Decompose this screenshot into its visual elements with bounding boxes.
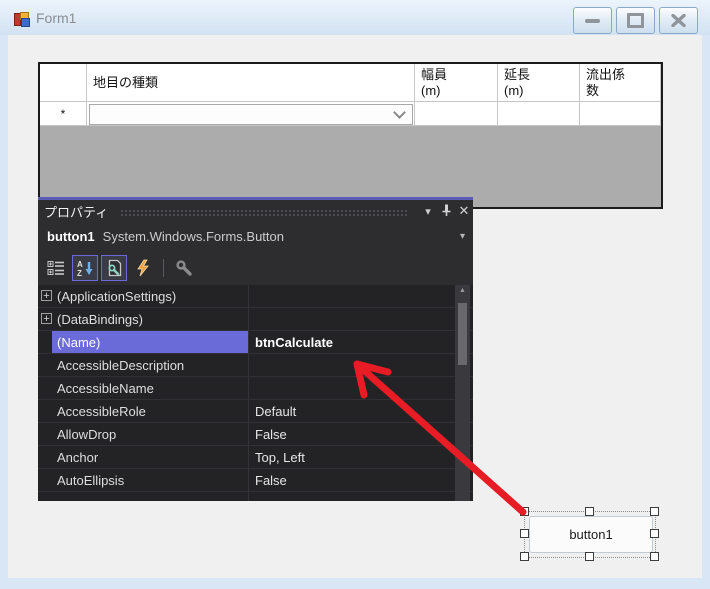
column-header-runoff-coefficient[interactable]: 流出係 数 [580, 64, 661, 102]
grid-cell-width[interactable] [415, 102, 498, 126]
minimize-icon [585, 19, 600, 23]
property-pages-button [171, 255, 197, 281]
property-name: (Name) [38, 331, 248, 353]
property-value[interactable]: Default [248, 400, 473, 422]
properties-grid: + (ApplicationSettings) + (DataBindings)… [38, 285, 473, 501]
property-name: AutoEllipsis [38, 469, 248, 491]
property-row[interactable]: AccessibleRole Default [38, 400, 473, 423]
property-row[interactable]: + (DataBindings) [38, 308, 473, 331]
property-value[interactable] [248, 377, 473, 399]
window-title: Form1 [36, 10, 76, 26]
scroll-up-icon[interactable]: ▲ [455, 287, 470, 294]
expand-icon[interactable]: + [41, 313, 52, 324]
categorized-icon [47, 259, 65, 277]
property-name: AccessibleName [38, 377, 248, 399]
toolbar-separator [163, 259, 164, 277]
properties-view-icon [105, 259, 123, 277]
property-row[interactable]: Anchor Top, Left [38, 446, 473, 469]
property-name: (ApplicationSettings) [38, 285, 248, 307]
resize-handle-middle-right[interactable] [650, 529, 659, 538]
alphabetical-icon: A Z [76, 259, 94, 277]
datagridview: 地目の種類 幅員 (m) 延長 (m) 流出係 数 * [38, 62, 663, 209]
grid-corner-header [40, 64, 87, 102]
properties-scrollbar[interactable]: ▲ [455, 285, 470, 501]
properties-view-button[interactable] [101, 255, 127, 281]
property-value[interactable] [248, 308, 473, 330]
grid-cell-length[interactable] [498, 102, 580, 126]
property-row-name-selected[interactable]: (Name) btnCalculate [38, 331, 473, 354]
maximize-button[interactable] [616, 7, 655, 34]
resize-handle-bottom-right[interactable] [650, 552, 659, 561]
object-dropdown-icon: ▾ [460, 231, 465, 242]
property-row-partial [38, 492, 473, 501]
property-name: AccessibleRole [38, 400, 248, 422]
events-icon [134, 259, 152, 277]
svg-text:A: A [77, 260, 83, 269]
property-value[interactable]: Top, Left [248, 446, 473, 468]
grid-cell-land-type [87, 102, 415, 126]
drag-grip[interactable] [120, 209, 409, 217]
properties-title: プロパティ [44, 202, 108, 221]
button1-control[interactable]: button1 [529, 516, 653, 553]
window-titlebar: Form1 [0, 0, 710, 35]
chevron-down-icon [393, 106, 406, 119]
property-row[interactable]: AccessibleDescription [38, 354, 473, 377]
property-name: (DataBindings) [38, 308, 248, 330]
scrollbar-thumb[interactable] [458, 303, 467, 365]
categorized-button[interactable] [43, 255, 69, 281]
property-pages-icon [175, 259, 193, 277]
properties-toolbar: A Z [38, 250, 473, 285]
alphabetical-button[interactable]: A Z [72, 255, 98, 281]
properties-titlebar: プロパティ ▾ ✕ [38, 200, 473, 222]
pin-icon[interactable] [437, 203, 455, 219]
form-icon [13, 10, 29, 26]
selected-object-type: System.Windows.Forms.Button [103, 229, 284, 244]
properties-panel: プロパティ ▾ ✕ button1 System.Windows.Forms.B… [38, 197, 473, 501]
new-row-header: * [40, 102, 87, 126]
column-header-length[interactable]: 延長 (m) [498, 64, 580, 102]
object-selector[interactable]: button1 System.Windows.Forms.Button ▾ [38, 222, 473, 250]
caption-buttons [573, 7, 698, 34]
minimize-button[interactable] [573, 7, 612, 34]
close-panel-icon[interactable]: ✕ [455, 203, 473, 219]
resize-handle-top-left[interactable] [520, 507, 529, 516]
land-type-combobox[interactable] [89, 104, 413, 125]
window-position-icon[interactable]: ▾ [419, 205, 437, 218]
resize-handle-bottom-middle[interactable] [585, 552, 594, 561]
property-row[interactable]: AccessibleName [38, 377, 473, 400]
resize-handle-top-middle[interactable] [585, 507, 594, 516]
grid-cell-runoff[interactable] [580, 102, 661, 126]
svg-text:Z: Z [77, 269, 82, 277]
property-row[interactable]: + (ApplicationSettings) [38, 285, 473, 308]
events-button[interactable] [130, 255, 156, 281]
property-row[interactable]: AutoEllipsis False [38, 469, 473, 492]
form1-window: Form1 地目の種類 幅員 (m) 延長 (m) 流出係 数 * [0, 0, 710, 589]
property-name: Anchor [38, 446, 248, 468]
resize-handle-bottom-left[interactable] [520, 552, 529, 561]
close-button[interactable] [659, 7, 698, 34]
property-value[interactable]: False [248, 423, 473, 445]
maximize-icon [627, 13, 644, 28]
property-row[interactable]: AllowDrop False [38, 423, 473, 446]
resize-handle-top-right[interactable] [650, 507, 659, 516]
property-value[interactable]: False [248, 469, 473, 491]
resize-handle-middle-left[interactable] [520, 529, 529, 538]
property-value[interactable] [248, 285, 473, 307]
expand-icon[interactable]: + [41, 290, 52, 301]
column-header-width[interactable]: 幅員 (m) [415, 64, 498, 102]
property-value[interactable]: btnCalculate [248, 331, 473, 353]
selected-object-name: button1 [47, 229, 95, 244]
property-name: AllowDrop [38, 423, 248, 445]
close-icon [671, 14, 686, 27]
property-name: AccessibleDescription [38, 354, 248, 376]
property-value[interactable] [248, 354, 473, 376]
column-header-land-type[interactable]: 地目の種類 [87, 64, 415, 102]
